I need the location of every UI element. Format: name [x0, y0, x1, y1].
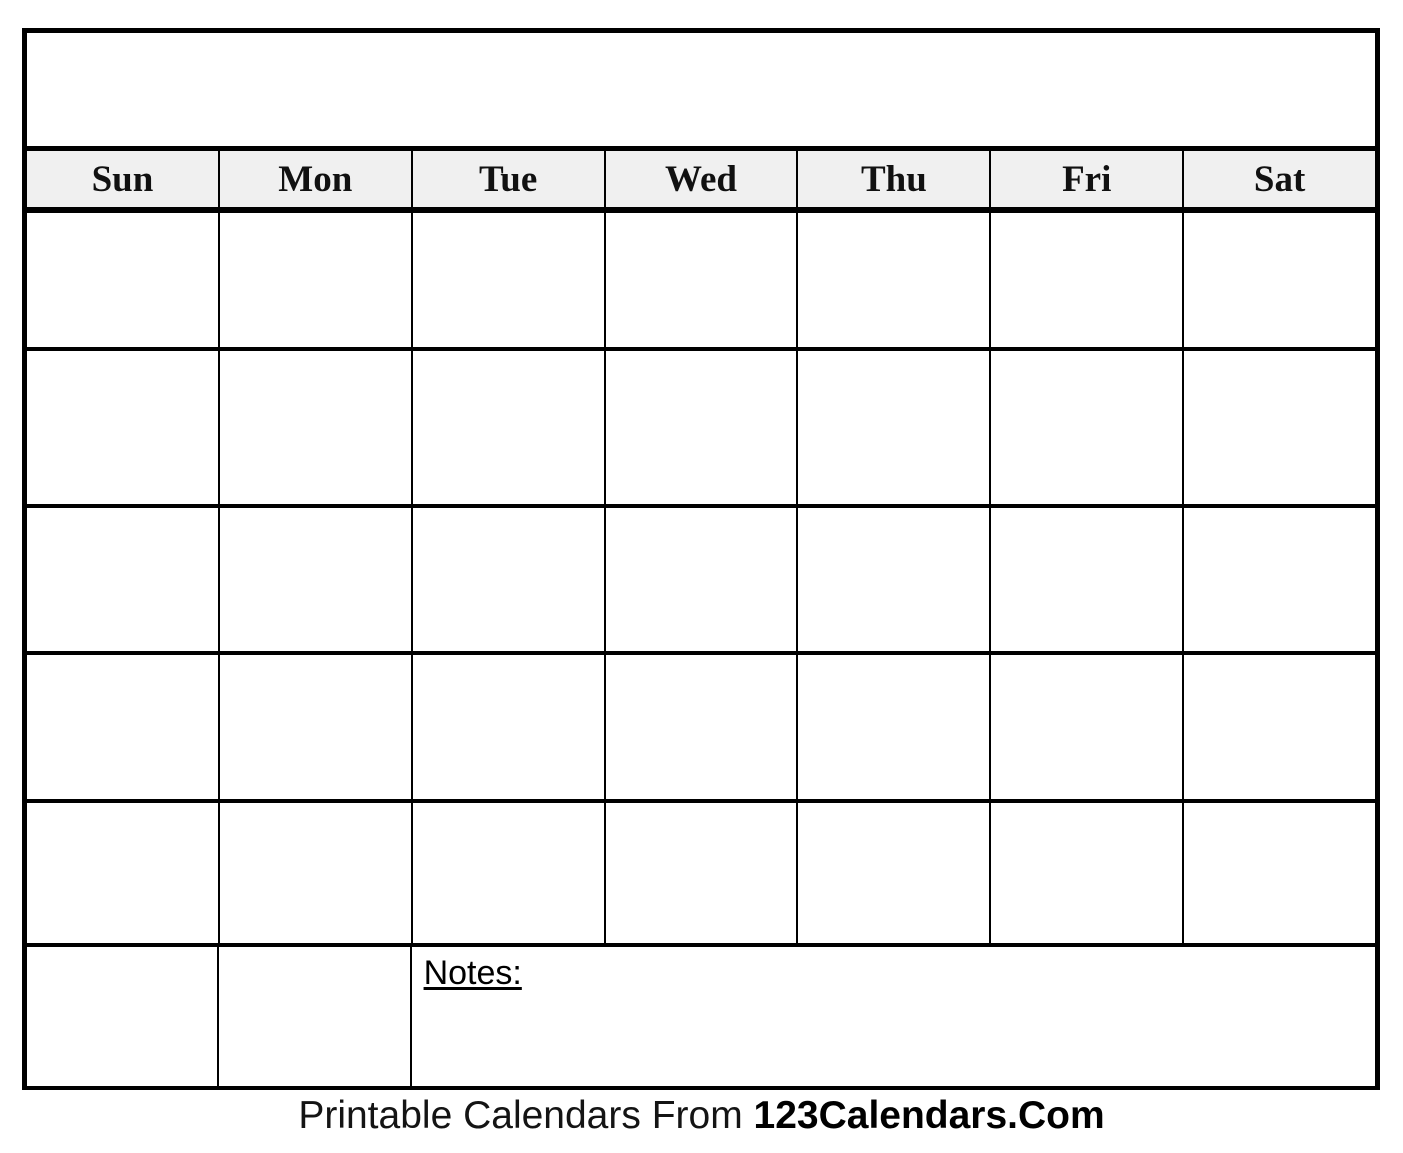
- day-cell[interactable]: [798, 351, 992, 504]
- footer: Printable Calendars From 123Calendars.Co…: [0, 1096, 1403, 1135]
- weekday-header-row: Sun Mon Tue Wed Thu Fri Sat: [27, 151, 1376, 213]
- day-cell[interactable]: [1184, 508, 1376, 651]
- week-row: [27, 351, 1376, 508]
- week-row: [27, 508, 1376, 655]
- day-cell[interactable]: [1184, 803, 1376, 943]
- day-cell[interactable]: [991, 351, 1185, 504]
- day-cell[interactable]: [798, 213, 992, 347]
- month-title-banner[interactable]: [27, 33, 1375, 151]
- day-cell[interactable]: [412, 803, 606, 943]
- day-cell[interactable]: [798, 508, 992, 651]
- weekday-header-tue: Tue: [412, 151, 606, 207]
- day-cell[interactable]: [27, 213, 220, 347]
- day-cell[interactable]: [605, 655, 799, 799]
- day-cell[interactable]: [991, 803, 1185, 943]
- notes-label: Notes:: [423, 954, 522, 992]
- weekday-header-wed: Wed: [605, 151, 799, 207]
- day-cell[interactable]: [798, 655, 992, 799]
- weekday-header-sat: Sat: [1184, 151, 1376, 207]
- week-row: [27, 655, 1376, 803]
- day-cell[interactable]: [219, 803, 413, 943]
- week-row: [27, 803, 1376, 947]
- calendar-week-rows: [27, 213, 1376, 947]
- day-cell[interactable]: [412, 351, 606, 504]
- weekday-label: Fri: [1062, 158, 1112, 200]
- calendar-frame: Sun Mon Tue Wed Thu Fri Sat Notes:: [22, 28, 1380, 1090]
- weekday-label: Mon: [278, 158, 353, 200]
- day-cell[interactable]: [1184, 351, 1376, 504]
- week-row: [27, 213, 1376, 351]
- footer-prefix-text: Printable Calendars From: [298, 1094, 754, 1137]
- day-cell[interactable]: [605, 508, 799, 651]
- day-cell[interactable]: [605, 213, 799, 347]
- day-cell[interactable]: [27, 803, 220, 943]
- day-cell[interactable]: [412, 508, 606, 651]
- day-cell[interactable]: [219, 351, 413, 504]
- weekday-label: Tue: [479, 158, 538, 200]
- notes-cell[interactable]: Notes:: [411, 947, 1375, 1086]
- weekday-label: Wed: [665, 158, 737, 200]
- printable-calendar-page: Sun Mon Tue Wed Thu Fri Sat Notes: Print…: [0, 0, 1403, 1153]
- day-cell[interactable]: [219, 655, 413, 799]
- weekday-label: Sun: [91, 158, 154, 200]
- day-cell[interactable]: [991, 213, 1185, 347]
- notes-row: Notes:: [27, 947, 1375, 1086]
- day-cell[interactable]: [991, 655, 1185, 799]
- weekday-header-mon: Mon: [219, 151, 413, 207]
- day-cell[interactable]: [798, 803, 992, 943]
- day-cell[interactable]: [412, 655, 606, 799]
- day-cell[interactable]: [1184, 655, 1376, 799]
- day-cell[interactable]: [605, 803, 799, 943]
- footer-brand-link[interactable]: 123Calendars.Com: [754, 1094, 1105, 1137]
- day-cell[interactable]: [27, 947, 220, 1086]
- day-cell[interactable]: [219, 947, 412, 1086]
- weekday-header-sun: Sun: [27, 151, 220, 207]
- weekday-label: Sat: [1253, 158, 1306, 200]
- weekday-header-fri: Fri: [991, 151, 1185, 207]
- day-cell[interactable]: [1184, 213, 1376, 347]
- day-cell[interactable]: [412, 213, 606, 347]
- day-cell[interactable]: [27, 351, 220, 504]
- day-cell[interactable]: [27, 655, 220, 799]
- weekday-header-thu: Thu: [798, 151, 992, 207]
- day-cell[interactable]: [991, 508, 1185, 651]
- day-cell[interactable]: [219, 508, 413, 651]
- weekday-label: Thu: [860, 158, 927, 200]
- day-cell[interactable]: [219, 213, 413, 347]
- day-cell[interactable]: [605, 351, 799, 504]
- day-cell[interactable]: [27, 508, 220, 651]
